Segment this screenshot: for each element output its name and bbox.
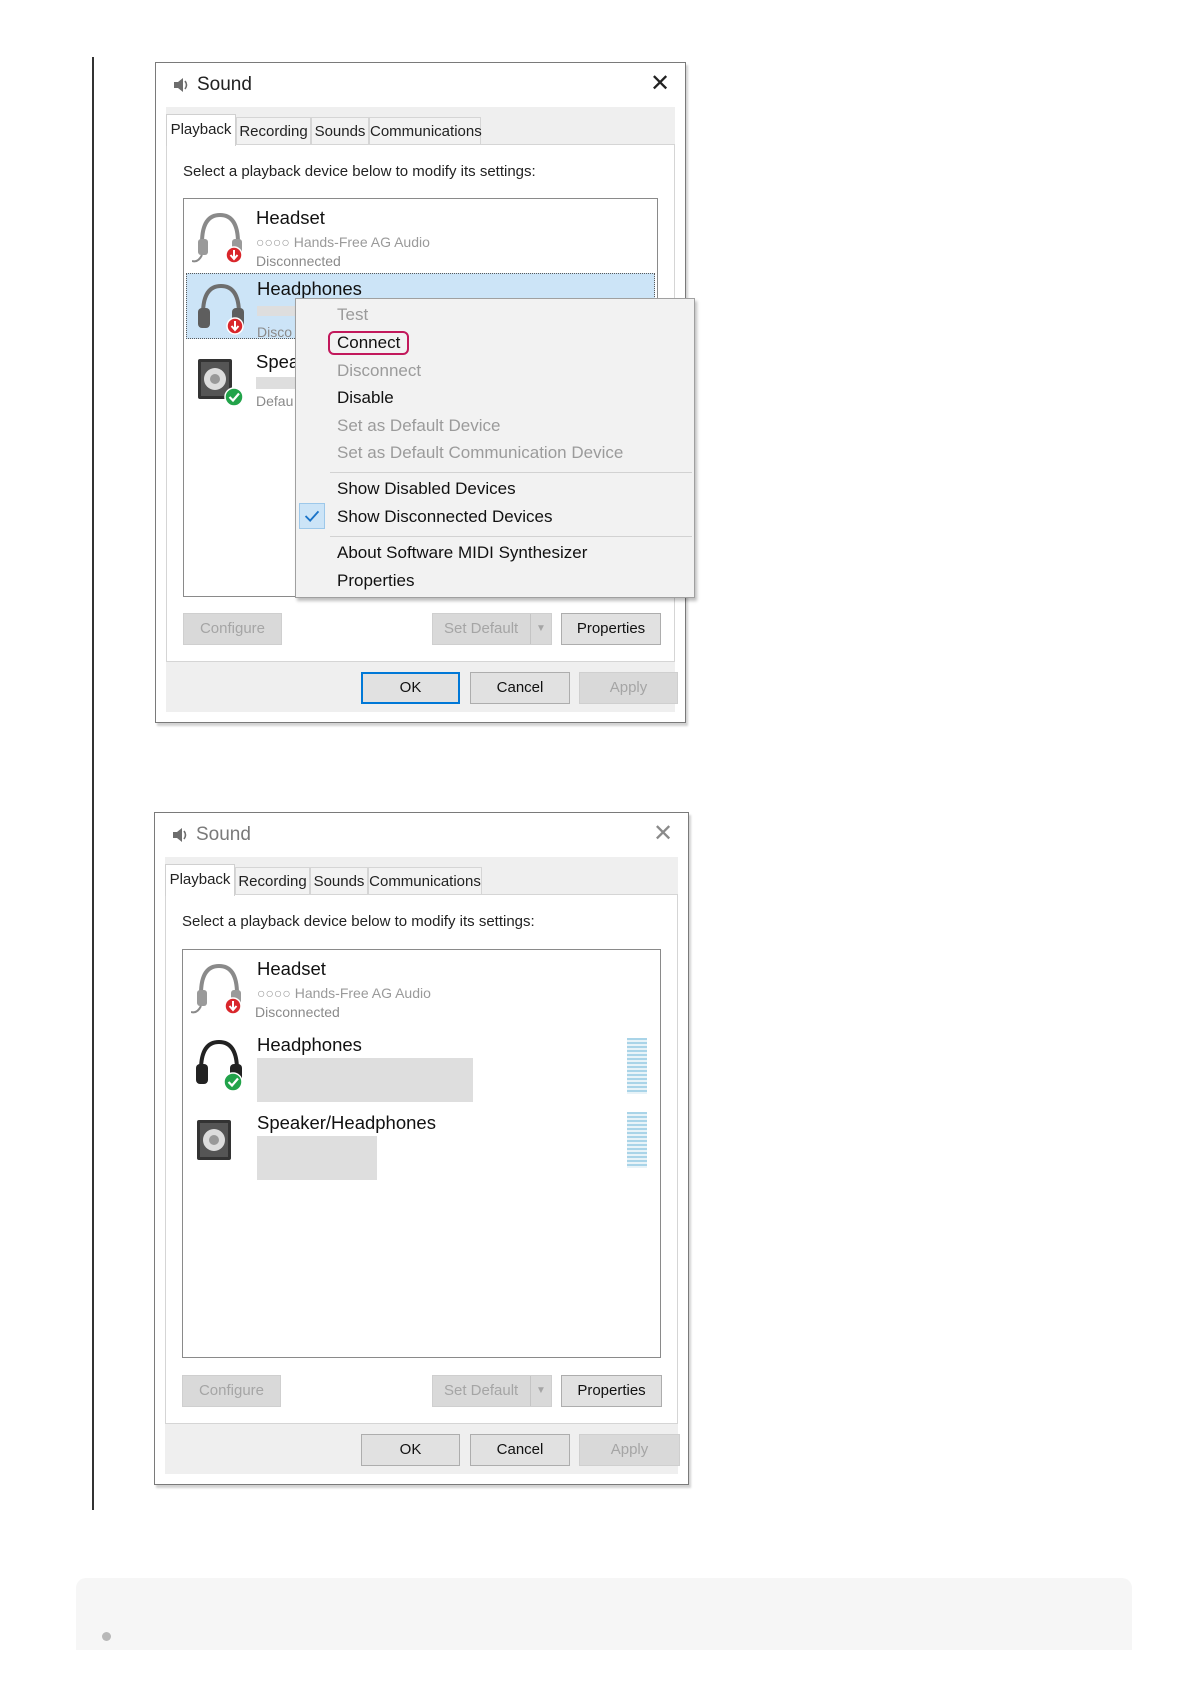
- chevron-down-icon[interactable]: ▼: [530, 614, 551, 644]
- device-name: Headset: [256, 207, 325, 228]
- properties-button[interactable]: Properties: [561, 613, 661, 645]
- headphones-connected-icon: [196, 1039, 243, 1092]
- title-bar: Sound ✕: [156, 63, 685, 107]
- menu-item-label: Test: [337, 305, 369, 324]
- close-icon[interactable]: ✕: [650, 821, 676, 847]
- menu-item-label: Connect: [328, 331, 410, 355]
- speaker-icon: [197, 1120, 231, 1160]
- configure-button[interactable]: Configure: [182, 1375, 281, 1407]
- note-box: [76, 1578, 1132, 1650]
- tab-communications[interactable]: Communications: [369, 117, 482, 145]
- menu-item-set-default-communication[interactable]: Set as Default Communication Device: [296, 440, 694, 466]
- menu-item-disable[interactable]: Disable: [296, 385, 694, 411]
- device-status: Disco: [257, 324, 293, 340]
- menu-item-show-disconnected[interactable]: Show Disconnected Devices: [296, 504, 694, 530]
- menu-item-properties[interactable]: Properties: [296, 568, 694, 594]
- headset-disconnected-icon: [191, 963, 242, 1015]
- dialog-title: Sound: [196, 824, 251, 845]
- headphones-disconnected-icon: [198, 283, 244, 335]
- instruction-text: Select a playback device below to modify…: [182, 913, 535, 930]
- dialog-body: Playback Recording Sounds Communications…: [165, 857, 680, 1474]
- volume-level-meter: [627, 1038, 647, 1094]
- device-status: Disconnected: [256, 253, 341, 269]
- device-description-placeholder: [257, 1058, 473, 1102]
- set-default-button[interactable]: Set Default ▼: [432, 1375, 552, 1407]
- menu-item-label: Disable: [337, 388, 394, 407]
- tab-strip: Playback Recording Sounds Communications: [165, 864, 678, 896]
- tab-sounds[interactable]: Sounds: [311, 117, 369, 145]
- device-context-menu: Test Connect Disconnect Disable Set as D…: [295, 298, 695, 598]
- menu-item-label: Show Disconnected Devices: [337, 507, 553, 526]
- menu-item-label: Set as Default Device: [337, 416, 501, 435]
- cancel-button[interactable]: Cancel: [470, 1434, 570, 1466]
- device-description: ○○○○ Hands-Free AG Audio: [256, 234, 430, 250]
- cancel-button[interactable]: Cancel: [470, 672, 570, 704]
- set-default-button[interactable]: Set Default ▼: [432, 613, 552, 645]
- device-item-headphones[interactable]: Headphones: [185, 1030, 658, 1102]
- sound-dialog-connected-step: Sound ✕ Playback Recording Sounds Commun…: [154, 812, 689, 1485]
- set-default-label: Set Default: [444, 1382, 519, 1399]
- device-name: Headphones: [257, 278, 362, 299]
- menu-separator: [330, 472, 692, 473]
- device-item-speaker-headphones[interactable]: Speaker/Headphones: [185, 1108, 658, 1180]
- menu-item-label: Show Disabled Devices: [337, 479, 516, 498]
- properties-button[interactable]: Properties: [561, 1375, 662, 1407]
- device-name: Headphones: [257, 1034, 362, 1055]
- device-description: ○○○○ Hands-Free AG Audio: [257, 985, 431, 1001]
- title-bar: Sound ✕: [155, 813, 688, 857]
- tab-strip: Playback Recording Sounds Communications: [166, 114, 675, 146]
- menu-item-disconnect[interactable]: Disconnect: [296, 358, 694, 384]
- chevron-down-icon[interactable]: ▼: [530, 1376, 551, 1406]
- apply-button[interactable]: Apply: [579, 672, 678, 704]
- menu-item-label: Set as Default Communication Device: [337, 443, 624, 462]
- menu-item-set-default[interactable]: Set as Default Device: [296, 413, 694, 439]
- device-description-placeholder: [256, 377, 296, 389]
- menu-item-test[interactable]: Test: [296, 302, 694, 328]
- menu-item-show-disabled[interactable]: Show Disabled Devices: [296, 476, 694, 502]
- sound-app-icon: [173, 828, 187, 842]
- device-description-placeholder: [257, 306, 297, 316]
- menu-separator: [330, 536, 692, 537]
- tab-recording[interactable]: Recording: [235, 867, 310, 895]
- instruction-text: Select a playback device below to modify…: [183, 163, 536, 180]
- bullet-icon: [102, 1632, 111, 1641]
- device-name: Headset: [257, 958, 326, 979]
- menu-item-label: Disconnect: [337, 361, 422, 380]
- close-icon[interactable]: ✕: [647, 71, 673, 97]
- device-name: Spea: [256, 351, 300, 372]
- document-margin-line: [92, 57, 94, 1510]
- menu-item-about-midi[interactable]: About Software MIDI Synthesizer: [296, 540, 694, 566]
- playback-panel: Select a playback device below to modify…: [165, 894, 678, 1424]
- device-item-headset[interactable]: Headset ○○○○ Hands-Free AG Audio Disconn…: [185, 954, 658, 1020]
- menu-item-label: Properties: [337, 571, 415, 590]
- headset-disconnected-icon: [192, 212, 243, 264]
- device-status: Defau: [256, 393, 294, 409]
- device-list[interactable]: Headset ○○○○ Hands-Free AG Audio Disconn…: [182, 949, 661, 1358]
- menu-item-label: About Software MIDI Synthesizer: [337, 543, 588, 562]
- device-description-placeholder: [257, 1136, 377, 1180]
- tab-playback[interactable]: Playback: [166, 114, 236, 146]
- sound-app-icon: [174, 78, 188, 92]
- device-item-headset[interactable]: Headset ○○○○ Hands-Free AG Audio Disconn…: [186, 203, 655, 269]
- dialog-title: Sound: [197, 74, 252, 95]
- tab-communications[interactable]: Communications: [368, 867, 482, 895]
- device-name: Speaker/Headphones: [257, 1112, 436, 1133]
- device-status: Disconnected: [255, 1004, 340, 1020]
- tab-recording[interactable]: Recording: [236, 117, 311, 145]
- apply-button[interactable]: Apply: [579, 1434, 680, 1466]
- tab-sounds[interactable]: Sounds: [310, 867, 368, 895]
- volume-level-meter: [627, 1112, 647, 1168]
- tab-playback[interactable]: Playback: [165, 864, 235, 896]
- set-default-label: Set Default: [444, 620, 519, 637]
- configure-button[interactable]: Configure: [183, 613, 282, 645]
- menu-item-connect[interactable]: Connect: [296, 330, 694, 356]
- speaker-default-icon: [198, 359, 244, 407]
- ok-button[interactable]: OK: [361, 1434, 460, 1466]
- ok-button[interactable]: OK: [361, 672, 460, 704]
